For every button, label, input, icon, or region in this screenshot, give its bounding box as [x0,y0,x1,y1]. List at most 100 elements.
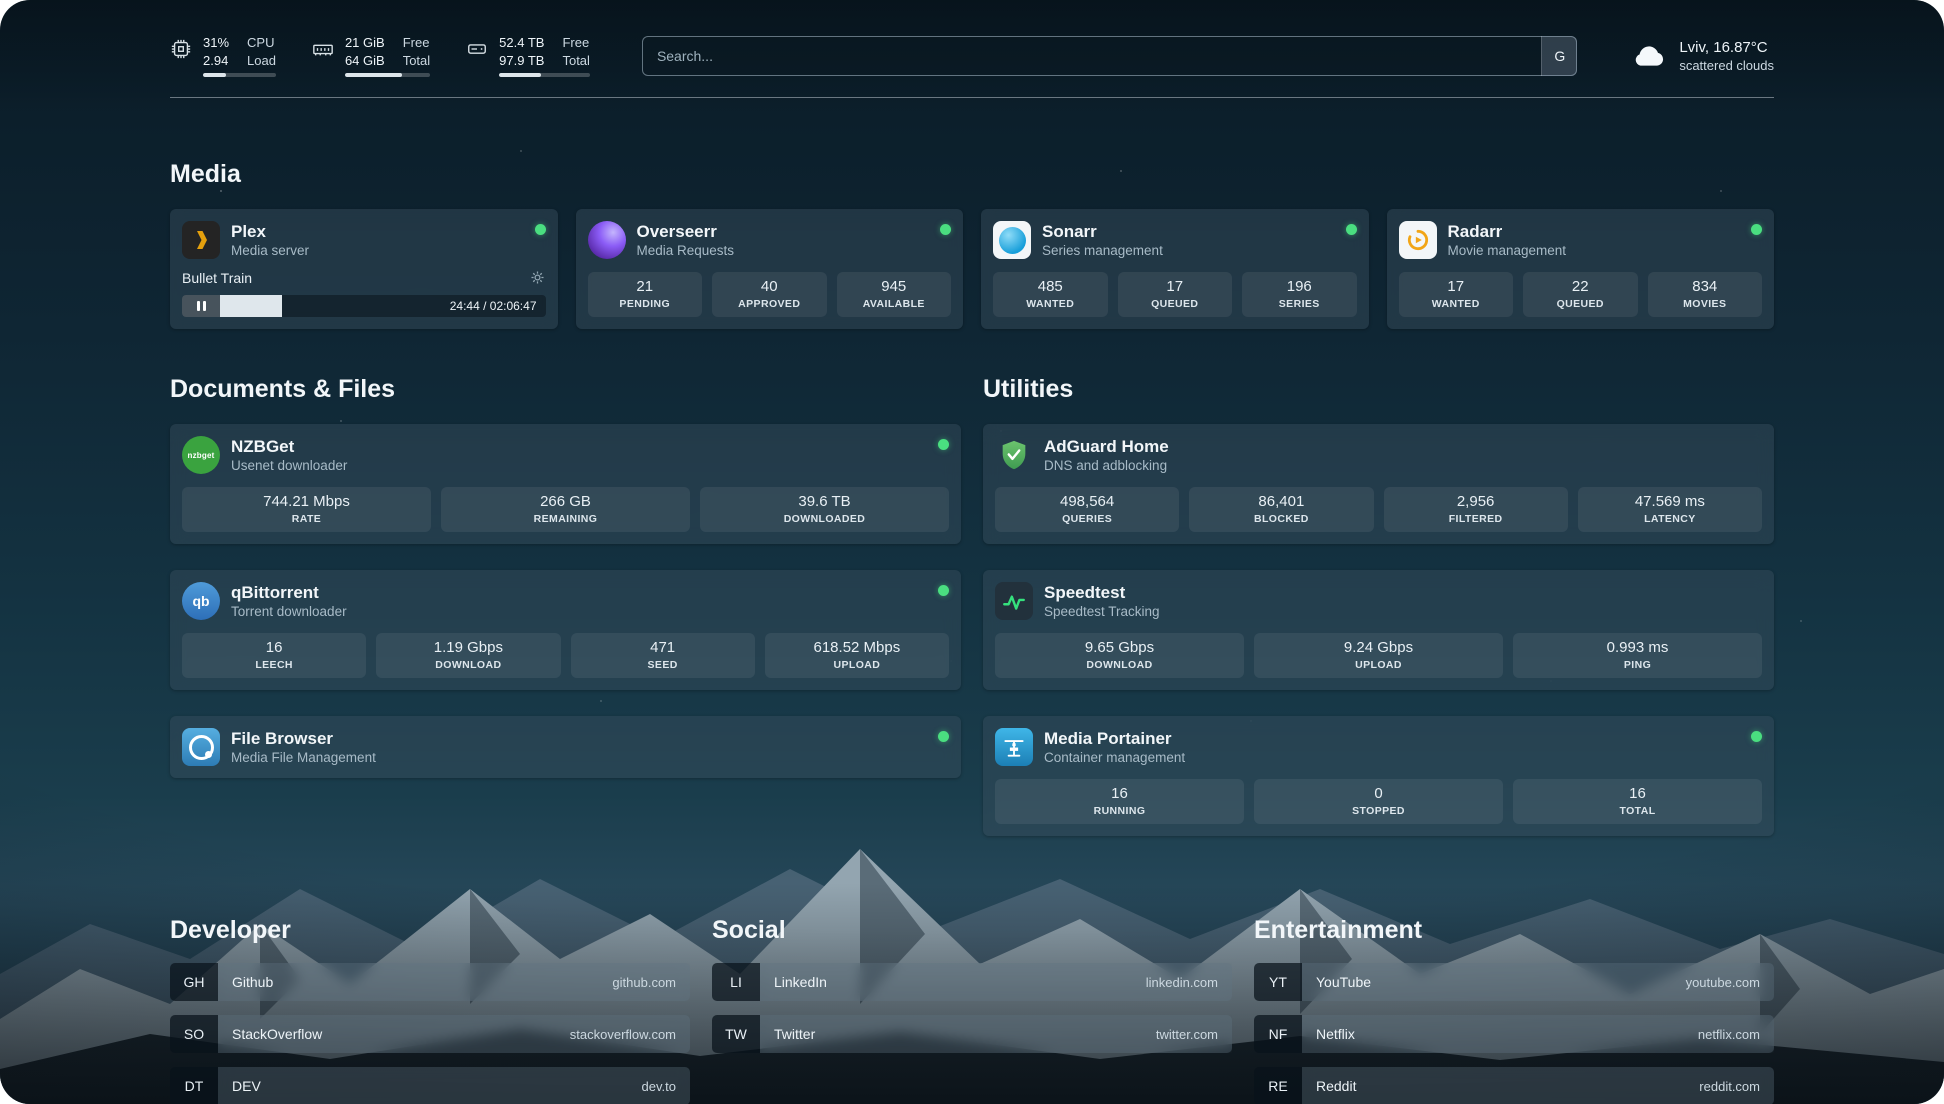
gear-icon[interactable] [529,269,546,286]
card-qbittorrent: qb qBittorrent Torrent downloader 16 LEE… [170,570,961,690]
filebrowser-icon [182,728,220,766]
now-playing-title: Bullet Train [182,270,252,286]
app-name: Radarr [1448,221,1567,242]
disk-icon [466,38,488,65]
app-name: NZBGet [231,436,347,457]
stat: 744.21 Mbps RATE [182,487,431,532]
card-sonarr: Sonarr Series management 485 WANTED 17 [981,209,1369,329]
topbar: 31% CPU 2.94 Load [170,0,1774,77]
stat: 47.569 ms LATENCY [1578,487,1762,532]
adguard-icon [995,436,1033,474]
overseerr-app-link[interactable]: Overseerr Media Requests [588,221,735,259]
plex-icon [182,221,220,259]
weather-condition: scattered clouds [1679,57,1774,74]
playback-progress-bar: 24:44 / 02:06:47 [182,295,546,317]
stat: 16 TOTAL [1513,779,1762,824]
card-adguard: AdGuard Home DNS and adblocking 498,564 … [983,424,1774,544]
cpu-load-value: 2.94 [203,52,229,69]
stat: 9.24 Gbps UPLOAD [1254,633,1503,678]
stat: 196 SERIES [1242,272,1357,317]
cpu-icon [170,38,192,65]
bookmark-url: youtube.com [1686,975,1760,990]
disk-total-value: 97.9 TB [499,52,544,69]
stat: 22 QUEUED [1523,272,1638,317]
stat: 16 RUNNING [995,779,1244,824]
nzbget-app-link[interactable]: nzbget NZBGet Usenet downloader [182,436,347,474]
bookmark-url: twitter.com [1156,1027,1218,1042]
app-description: Movie management [1448,242,1567,259]
stat: 21 PENDING [588,272,703,317]
portainer-app-link[interactable]: Media Portainer Container management [995,728,1185,766]
plex-app-link[interactable]: Plex Media server [182,221,309,259]
stat: 0.993 ms PING [1513,633,1762,678]
bookmark-dev[interactable]: DT DEV dev.to [170,1067,690,1104]
bookmark-netflix[interactable]: NF Netflix netflix.com [1254,1015,1774,1053]
stat: 17 QUEUED [1118,272,1233,317]
status-dot-online [938,585,949,596]
adguard-app-link[interactable]: AdGuard Home DNS and adblocking [995,436,1169,474]
bookmark-name: LinkedIn [774,974,827,990]
section-title-utilities: Utilities [983,375,1774,404]
stat: 86,401 BLOCKED [1189,487,1373,532]
sonarr-app-link[interactable]: Sonarr Series management [993,221,1163,259]
bookmark-twitter[interactable]: TW Twitter twitter.com [712,1015,1232,1053]
search-input[interactable] [642,36,1577,76]
playback-time: 24:44 / 02:06:47 [450,295,537,317]
card-overseerr: Overseerr Media Requests 21 PENDING 40 [576,209,964,329]
app-description: Speedtest Tracking [1044,603,1160,620]
speedtest-icon [995,582,1033,620]
card-plex: Plex Media server Bullet Train [170,209,558,329]
stat: 1.19 Gbps DOWNLOAD [376,633,560,678]
disk-widget: 52.4 TB Free 97.9 TB Total [466,34,590,77]
pause-button[interactable] [182,295,220,317]
bookmark-linkedin[interactable]: LI LinkedIn linkedin.com [712,963,1232,1001]
bookmark-name: Netflix [1316,1026,1355,1042]
bookmark-url: stackoverflow.com [570,1027,676,1042]
disk-progress-bar [499,73,590,77]
app-name: Plex [231,221,309,242]
qbittorrent-app-link[interactable]: qb qBittorrent Torrent downloader [182,582,347,620]
stat: 0 STOPPED [1254,779,1503,824]
stat: 945 AVAILABLE [837,272,952,317]
status-dot-online [1751,224,1762,235]
radarr-icon [1399,221,1437,259]
bookmark-reddit[interactable]: RE Reddit reddit.com [1254,1067,1774,1104]
app-description: Series management [1042,242,1163,259]
speedtest-app-link[interactable]: Speedtest Speedtest Tracking [995,582,1160,620]
stat: 9.65 Gbps DOWNLOAD [995,633,1244,678]
filebrowser-app-link[interactable]: File Browser Media File Management [182,728,376,766]
status-dot-online [535,224,546,235]
bookmark-abbr: RE [1254,1067,1302,1104]
search-provider-button[interactable]: G [1541,36,1577,76]
status-dot-online [1346,224,1357,235]
weather-widget: Lviv, 16.87°C scattered clouds [1629,38,1774,74]
radarr-app-link[interactable]: Radarr Movie management [1399,221,1567,259]
bookmark-stackoverflow[interactable]: SO StackOverflow stackoverflow.com [170,1015,690,1053]
bookmark-abbr: LI [712,963,760,1001]
cpu-widget: 31% CPU 2.94 Load [170,34,276,77]
section-documents: Documents & Files nzbget NZBGet Usenet d… [170,375,961,778]
memory-total-value: 64 GiB [345,52,385,69]
nzbget-icon: nzbget [182,436,220,474]
stat: 471 SEED [571,633,755,678]
stat: 40 APPROVED [712,272,827,317]
stat: 39.6 TB DOWNLOADED [700,487,949,532]
bookmark-url: linkedin.com [1146,975,1218,990]
cpu-usage-label: CPU [247,34,276,51]
bookmark-youtube[interactable]: YT YouTube youtube.com [1254,963,1774,1001]
section-title-documents: Documents & Files [170,375,961,404]
disk-free-value: 52.4 TB [499,34,544,51]
dashboard-content: 31% CPU 2.94 Load [0,0,1944,1104]
section-title-social: Social [712,916,1232,945]
memory-free-value: 21 GiB [345,34,385,51]
app-description: Media File Management [231,749,376,766]
bookmark-github[interactable]: GH Github github.com [170,963,690,1001]
stat: 2,956 FILTERED [1384,487,1568,532]
app-description: Usenet downloader [231,457,347,474]
app-description: Media Requests [637,242,735,259]
app-name: Media Portainer [1044,728,1185,749]
app-name: Speedtest [1044,582,1160,603]
bookmark-name: Twitter [774,1026,815,1042]
cloud-icon [1629,38,1667,73]
status-dot-online [1751,731,1762,742]
